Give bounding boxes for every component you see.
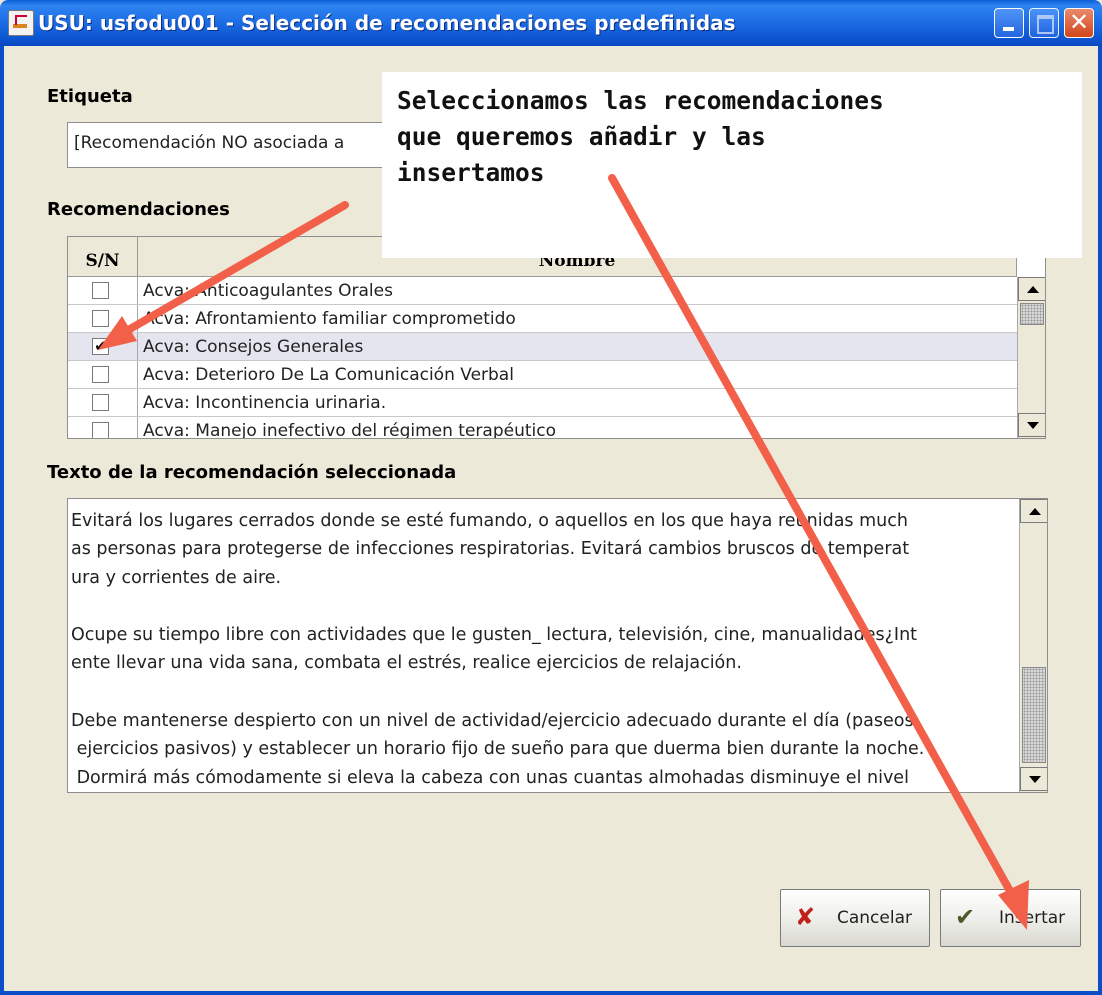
annotation-arrow-to-checkbox: [119, 201, 349, 337]
annotation-arrows: [98, 174, 1029, 930]
arrow-head-icon: [998, 880, 1029, 930]
arrow-head-icon: [98, 316, 137, 350]
annotation-arrow-to-insert: [608, 174, 1019, 904]
